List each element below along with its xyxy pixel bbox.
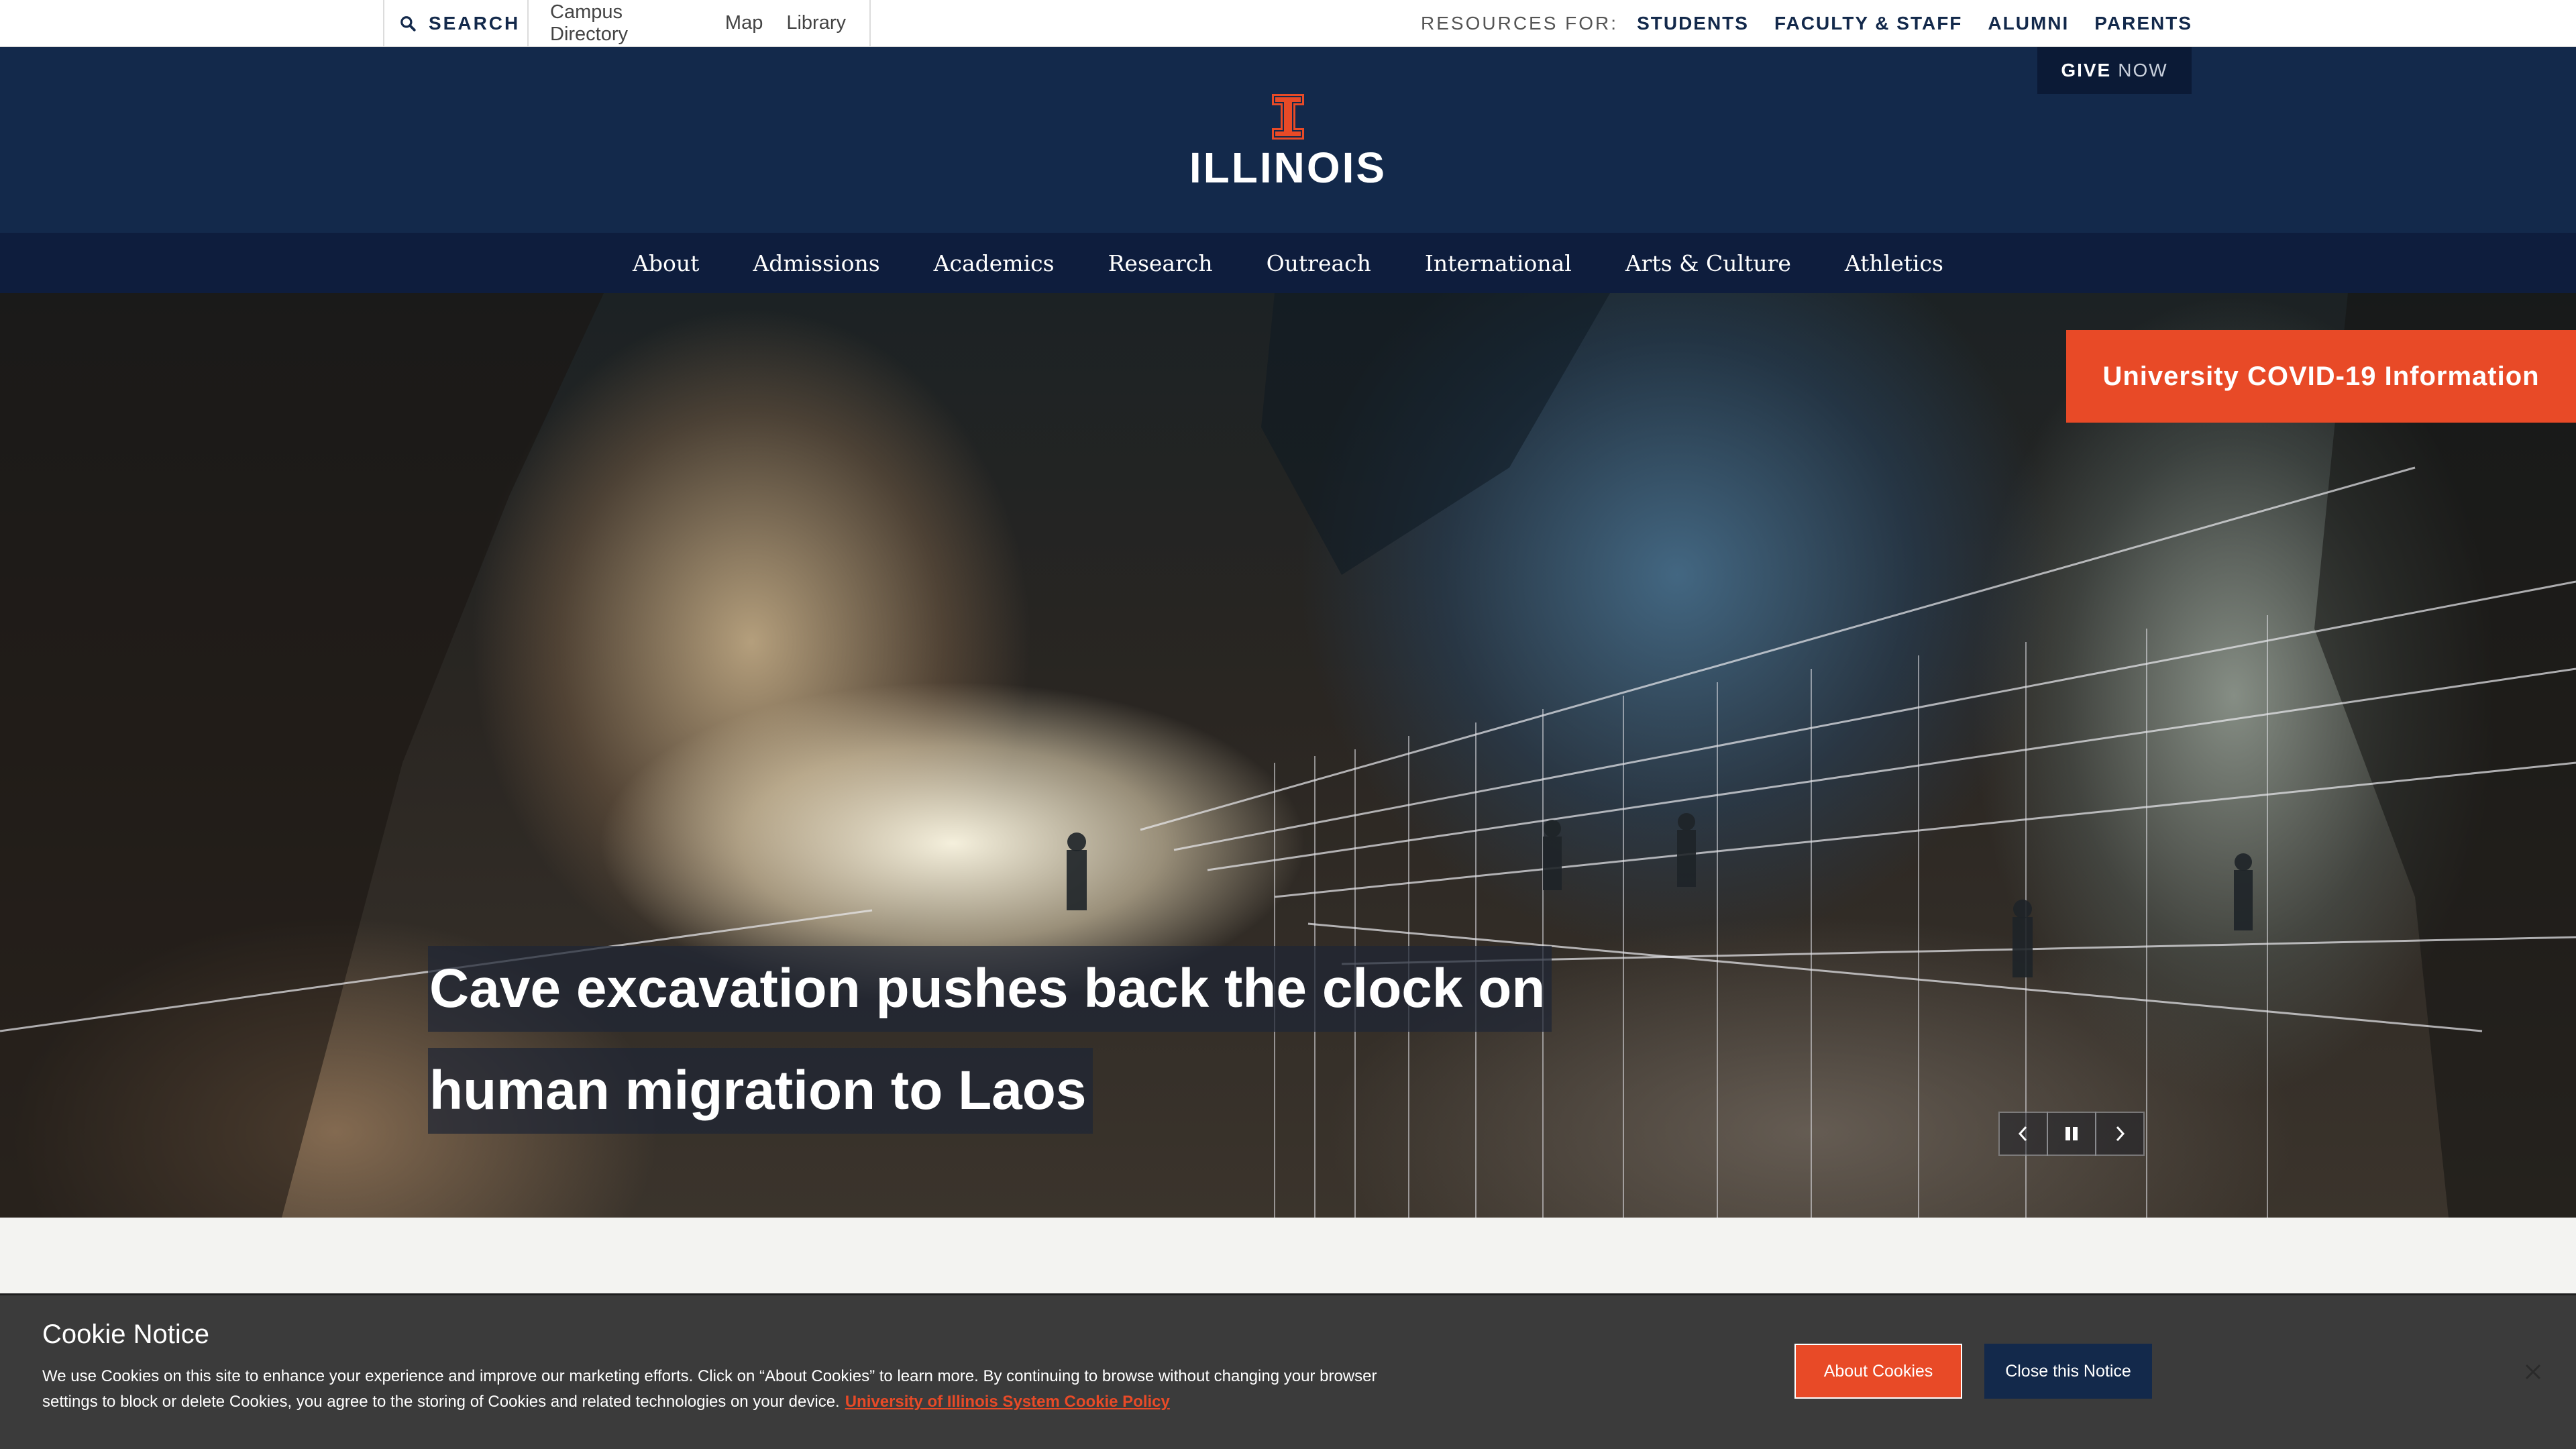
site-header: GIVE NOW ILLINOIS [0,47,2576,233]
hero-slideshow: University COVID-19 Information Cave exc… [0,293,2576,1218]
headline-line-2[interactable]: human migration to Laos [428,1048,1093,1134]
give-label: GIVE [2061,60,2112,80]
chevron-left-icon [2018,1126,2027,1142]
nav-academics[interactable]: Academics [934,250,1055,276]
main-nav: About Admissions Academics Research Outr… [0,233,2576,293]
next-slide-button[interactable] [2095,1112,2145,1156]
illinois-logo[interactable]: ILLINOIS [1181,94,1395,195]
search-label: SEARCH [429,12,521,34]
pause-slideshow-button[interactable] [2047,1112,2096,1156]
resources-faculty-staff-link[interactable]: FACULTY & STAFF [1774,13,1962,34]
utility-bar: SEARCH Campus Directory Map Library RESO… [0,0,2576,47]
search-button[interactable]: SEARCH [383,0,529,46]
close-icon[interactable] [2522,1361,2544,1383]
resources-for: RESOURCES FOR: STUDENTS FACULTY & STAFF … [1421,0,2192,46]
resources-alumni-link[interactable]: ALUMNI [1988,13,2069,34]
nav-outreach[interactable]: Outreach [1267,250,1371,276]
nav-international[interactable]: International [1425,250,1572,276]
cookie-notice-title: Cookie Notice [42,1320,210,1349]
library-link[interactable]: Library [786,12,846,34]
give-now-label: NOW [2118,60,2168,80]
resources-parents-link[interactable]: PARENTS [2094,13,2192,34]
cookie-notice: Cookie Notice We use Cookies on this sit… [0,1293,2576,1449]
hero-headline[interactable]: Cave excavation pushes back the clock on… [428,946,1635,1150]
resources-students-link[interactable]: STUDENTS [1637,13,1749,34]
about-cookies-button[interactable]: About Cookies [1794,1344,1962,1399]
nav-arts-culture[interactable]: Arts & Culture [1625,250,1791,276]
map-link[interactable]: Map [725,12,763,34]
resources-label: RESOURCES FOR: [1421,12,1619,34]
pause-icon [2065,1127,2078,1140]
previous-slide-button[interactable] [1998,1112,2048,1156]
search-icon [400,15,416,32]
utility-links: Campus Directory Map Library [529,0,871,46]
give-now-button[interactable]: GIVE NOW [2037,47,2192,94]
chevron-right-icon [2116,1126,2125,1142]
cookie-notice-text: We use Cookies on this site to enhance y… [42,1364,1424,1415]
nav-athletics[interactable]: Athletics [1845,250,1943,276]
nav-admissions[interactable]: Admissions [753,250,879,276]
cookie-notice-body: We use Cookies on this site to enhance y… [42,1367,1377,1411]
cookie-policy-link[interactable]: University of Illinois System Cookie Pol… [845,1393,1170,1411]
slider-controls [1998,1112,2145,1156]
block-i-logo-icon [1272,94,1304,140]
illinois-wordmark: ILLINOIS [1189,144,1387,192]
close-notice-button[interactable]: Close this Notice [1984,1344,2152,1399]
headline-line-1[interactable]: Cave excavation pushes back the clock on [428,946,1552,1032]
nav-research[interactable]: Research [1108,250,1213,276]
nav-about[interactable]: About [633,250,699,276]
covid-info-button[interactable]: University COVID-19 Information [2066,330,2576,423]
campus-directory-link[interactable]: Campus Directory [550,1,702,46]
